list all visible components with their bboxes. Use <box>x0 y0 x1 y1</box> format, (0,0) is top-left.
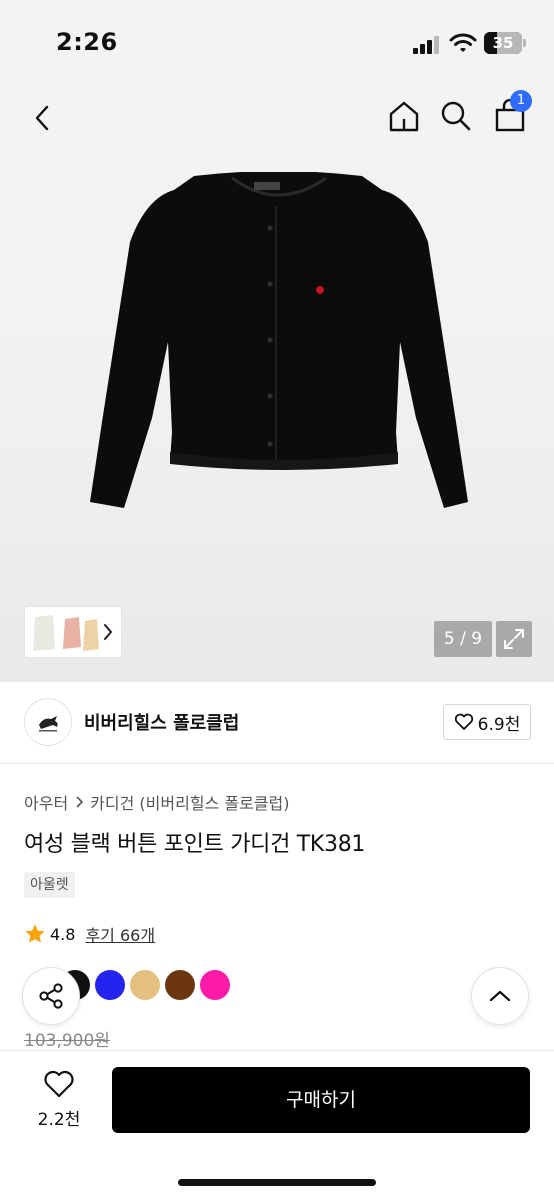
polo-club-logo-icon <box>39 716 58 732</box>
image-counter: 5 / 9 <box>434 621 492 657</box>
review-link[interactable]: 후기 66개 <box>85 922 155 946</box>
color-swatch-brown[interactable] <box>165 970 195 1000</box>
color-swatch-beige[interactable] <box>130 970 160 1000</box>
cart-button[interactable]: 1 <box>488 90 532 138</box>
original-price: 103,900원 <box>24 1031 110 1051</box>
star-icon <box>25 924 45 943</box>
home-icon <box>389 101 419 132</box>
brand-name[interactable]: 비버리힐스 폴로클럽 <box>84 709 239 735</box>
wifi-icon <box>449 33 477 52</box>
battery-icon: 35 <box>484 32 526 54</box>
expand-button[interactable] <box>496 621 532 657</box>
status-time: 2:26 <box>56 28 118 56</box>
search-icon <box>441 101 471 131</box>
wishlist-count: 2.2천 <box>37 1110 81 1130</box>
expand-icon <box>504 629 524 649</box>
product-title: 여성 블랙 버튼 포인트 가디건 TK381 <box>24 832 366 857</box>
home-button[interactable] <box>384 94 424 138</box>
breadcrumb: 아우터 카디건 (비버리힐스 폴로클럽) <box>24 790 289 814</box>
chevron-up-icon <box>489 990 511 1002</box>
thumbnail-strip[interactable] <box>24 606 122 658</box>
cart-count-badge: 1 <box>510 90 532 112</box>
breadcrumb-subcategory[interactable]: 카디건 (비버리힐스 폴로클럽) <box>90 790 289 814</box>
brand-like-count: 6.9천 <box>477 714 521 735</box>
breadcrumb-category[interactable]: 아우터 <box>24 790 68 814</box>
home-indicator <box>178 1179 376 1186</box>
color-swatch-pink[interactable] <box>200 970 230 1000</box>
rating-row: 4.8 후기 66개 <box>24 922 155 946</box>
color-swatch-blue[interactable] <box>95 970 125 1000</box>
heart-icon <box>44 1070 74 1098</box>
share-icon <box>39 983 63 1009</box>
product-image <box>90 172 468 508</box>
battery-level: 35 <box>492 34 514 52</box>
brand-logo[interactable] <box>24 698 72 746</box>
chevron-right-icon <box>104 624 113 640</box>
product-gallery[interactable]: 1 5 / 9 <box>0 88 554 682</box>
rating-value: 4.8 <box>50 924 76 944</box>
buy-button[interactable]: 구매하기 <box>112 1067 530 1133</box>
status-bar: 2:26 35 <box>0 0 554 88</box>
search-button[interactable] <box>436 94 476 138</box>
brand-row[interactable]: 비버리힐스 폴로클럽 6.9천 <box>0 682 554 764</box>
chevron-right-icon <box>76 796 84 808</box>
thumbnail-image <box>33 615 99 651</box>
brand-like-button[interactable]: 6.9천 <box>443 704 531 740</box>
back-button[interactable] <box>24 96 60 140</box>
bottom-action-bar: 2.2천 구매하기 <box>0 1050 554 1200</box>
signal-icon <box>413 34 441 54</box>
outlet-tag: 아울렛 <box>24 872 75 898</box>
wishlist-button[interactable]: 2.2천 <box>22 1069 96 1135</box>
scroll-to-top-button[interactable] <box>471 967 529 1025</box>
heart-icon <box>454 713 473 730</box>
chevron-left-icon <box>35 105 49 131</box>
share-button[interactable] <box>22 967 80 1025</box>
